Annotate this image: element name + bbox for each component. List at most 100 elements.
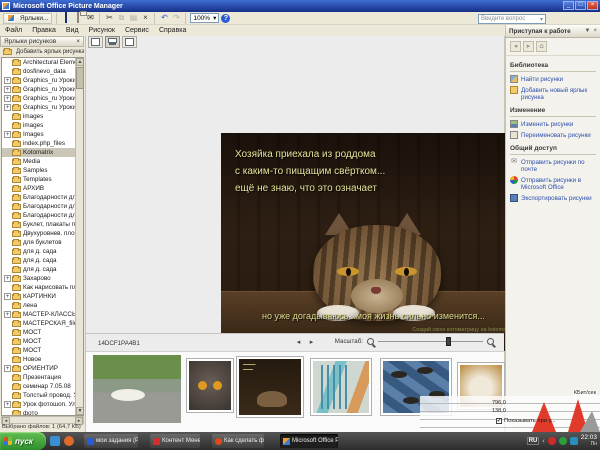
copy-icon[interactable]: ⧉ bbox=[116, 13, 126, 23]
zoom-in-icon[interactable] bbox=[487, 338, 494, 345]
home-icon[interactable]: ⌂ bbox=[536, 41, 547, 52]
tree-item[interactable]: + КАРТИНКИ bbox=[2, 292, 76, 301]
expander-icon[interactable] bbox=[4, 59, 11, 66]
tree-item[interactable]: семинар 7.05.08 bbox=[2, 382, 76, 391]
tray-collapse-icon[interactable]: ‹ bbox=[542, 438, 544, 445]
start-button[interactable]: пуск bbox=[0, 432, 46, 450]
maximize-button[interactable]: □ bbox=[575, 1, 586, 10]
save-icon[interactable] bbox=[61, 12, 71, 23]
add-shortcut-button[interactable]: Добавить ярлык рисунка... bbox=[0, 47, 84, 57]
task-button-content-manager[interactable]: Контент Менеджер bbox=[150, 434, 200, 448]
tree-item[interactable]: для д. сада bbox=[2, 256, 76, 265]
show-on-checkbox[interactable]: ✔ Показывать при у... bbox=[496, 418, 556, 424]
expander-icon[interactable] bbox=[4, 338, 11, 345]
tree-item[interactable]: dosfinevo_data bbox=[2, 67, 76, 76]
tree-item[interactable]: images bbox=[2, 112, 76, 121]
quicklaunch-show-desktop-icon[interactable] bbox=[50, 436, 60, 446]
tree-item[interactable]: + Захарово bbox=[2, 274, 76, 283]
link-edit-pictures[interactable]: Изменить рисунки bbox=[510, 120, 596, 128]
menu-item[interactable]: Вид bbox=[66, 27, 79, 34]
tree-item[interactable]: МОСТ bbox=[2, 337, 76, 346]
expander-icon[interactable] bbox=[4, 284, 11, 291]
expander-icon[interactable]: + bbox=[4, 131, 11, 138]
expander-icon[interactable]: + bbox=[4, 293, 11, 300]
task-button-browser[interactable]: Как сделать фото... bbox=[212, 434, 264, 448]
network-monitor-widget[interactable]: КБит/сек 796,0 138,0 ✔ Показывать при у.… bbox=[420, 390, 600, 432]
tree-item[interactable]: Architectural Elements bbox=[2, 58, 76, 67]
tree-item[interactable]: images bbox=[2, 121, 76, 130]
tree-item[interactable]: + Graphics_ru Уроки - Ph bbox=[2, 103, 76, 112]
tree-item[interactable]: + ОРИЕНТИР bbox=[2, 364, 76, 373]
thumbnail-kotomatrix-selected[interactable]: ▬▬▬▬▬ ▬▬▬▬ bbox=[236, 356, 304, 418]
expander-icon[interactable] bbox=[4, 230, 11, 237]
expander-icon[interactable] bbox=[4, 383, 11, 390]
tree-item[interactable]: Media bbox=[2, 157, 76, 166]
network-tray-icon[interactable] bbox=[569, 437, 578, 445]
tree-item[interactable]: МОСТ bbox=[2, 328, 76, 337]
single-view-button[interactable] bbox=[122, 36, 137, 48]
filmstrip-view-button[interactable] bbox=[105, 36, 120, 48]
scroll-down-icon[interactable]: ▼ bbox=[76, 407, 83, 415]
tree-item[interactable]: Буклет, плакаты по пр bbox=[2, 220, 76, 229]
photo-preview[interactable]: Хозяйка приехала из роддома с каким-то п… bbox=[221, 133, 526, 351]
shortcuts-button[interactable]: Ярлыки... bbox=[3, 12, 53, 24]
close-button[interactable]: × bbox=[587, 1, 598, 10]
tree-horizontal-scrollbar[interactable]: ◂ ▸ bbox=[1, 416, 84, 425]
link-send-mail[interactable]: ✉ Отправить рисунки по почте bbox=[510, 158, 596, 173]
expander-icon[interactable] bbox=[4, 185, 11, 192]
menu-item[interactable]: Правка bbox=[32, 27, 56, 34]
link-export-pictures[interactable]: Экспортировать рисунки bbox=[510, 194, 596, 202]
expander-icon[interactable] bbox=[4, 212, 11, 219]
link-find-pictures[interactable]: Найти рисунки bbox=[510, 75, 596, 83]
expander-icon[interactable]: + bbox=[4, 311, 11, 318]
paste-icon[interactable]: ▤ bbox=[128, 13, 138, 23]
print-icon[interactable] bbox=[73, 12, 83, 23]
tree-item[interactable]: Kotomatrix bbox=[2, 148, 76, 157]
tree-item[interactable]: Новое bbox=[2, 355, 76, 364]
thumbnail-outdoor-cat[interactable] bbox=[93, 355, 181, 423]
expander-icon[interactable] bbox=[4, 248, 11, 255]
forward-icon[interactable]: ▸ bbox=[523, 41, 534, 52]
task-button-picture-manager[interactable]: Microsoft Office Pictu... bbox=[280, 434, 338, 448]
checkbox-icon[interactable]: ✔ bbox=[496, 418, 502, 424]
thumbnail-view-button[interactable] bbox=[88, 36, 103, 48]
title-bar[interactable]: Microsoft Office Picture Manager _ □ × bbox=[0, 0, 600, 12]
tree-vertical-scrollbar[interactable]: ▲ ▼ bbox=[75, 58, 83, 415]
menu-item[interactable]: Рисунок bbox=[89, 27, 115, 34]
tree-item[interactable]: Двухуровнев. площадк bbox=[2, 229, 76, 238]
expander-icon[interactable] bbox=[4, 176, 11, 183]
expander-icon[interactable] bbox=[4, 239, 11, 246]
tree-item[interactable]: для д. сада bbox=[2, 265, 76, 274]
scrollbar-thumb[interactable] bbox=[76, 67, 83, 89]
expander-icon[interactable] bbox=[4, 257, 11, 264]
tree-item[interactable]: фото bbox=[2, 409, 76, 415]
zoom-slider-thumb[interactable] bbox=[446, 337, 451, 346]
tree-item[interactable]: МОСТ bbox=[2, 346, 76, 355]
expander-icon[interactable] bbox=[4, 122, 11, 129]
menu-item[interactable]: Справка bbox=[159, 27, 186, 34]
menu-item[interactable]: Файл bbox=[5, 27, 22, 34]
expander-icon[interactable] bbox=[4, 329, 11, 336]
task-pane-header[interactable]: Приступая к работе ▼ × bbox=[506, 25, 600, 38]
expander-icon[interactable] bbox=[4, 347, 11, 354]
expander-icon[interactable]: + bbox=[4, 104, 11, 111]
scroll-up-icon[interactable]: ▲ bbox=[76, 58, 83, 66]
antivirus-tray-icon[interactable] bbox=[547, 437, 556, 445]
link-rename-pictures[interactable]: Переименовать рисунки bbox=[510, 131, 596, 139]
expander-icon[interactable] bbox=[4, 149, 11, 156]
expander-icon[interactable] bbox=[4, 374, 11, 381]
tree-item[interactable]: + Graphics_ru Уроки - Ph bbox=[2, 85, 76, 94]
chevron-down-icon[interactable]: ▼ bbox=[585, 28, 591, 34]
language-indicator[interactable]: RU bbox=[526, 437, 540, 445]
next-picture-icon[interactable]: ▸ bbox=[307, 338, 316, 347]
zoom-dropdown[interactable]: 100% ▾ bbox=[190, 13, 220, 23]
tree-item[interactable]: Samples bbox=[2, 166, 76, 175]
delete-icon[interactable]: × bbox=[140, 13, 150, 23]
link-add-shortcut[interactable]: Добавить новый ярлык рисунка bbox=[510, 86, 596, 101]
cut-icon[interactable]: ✂ bbox=[104, 13, 114, 23]
expander-icon[interactable] bbox=[4, 113, 11, 120]
link-send-to-office[interactable]: Отправить рисунки в Microsoft Office bbox=[510, 176, 596, 191]
messenger-tray-icon[interactable] bbox=[558, 437, 567, 445]
tree-item[interactable]: Как нарисовать план bbox=[2, 283, 76, 292]
expander-icon[interactable] bbox=[4, 68, 11, 75]
